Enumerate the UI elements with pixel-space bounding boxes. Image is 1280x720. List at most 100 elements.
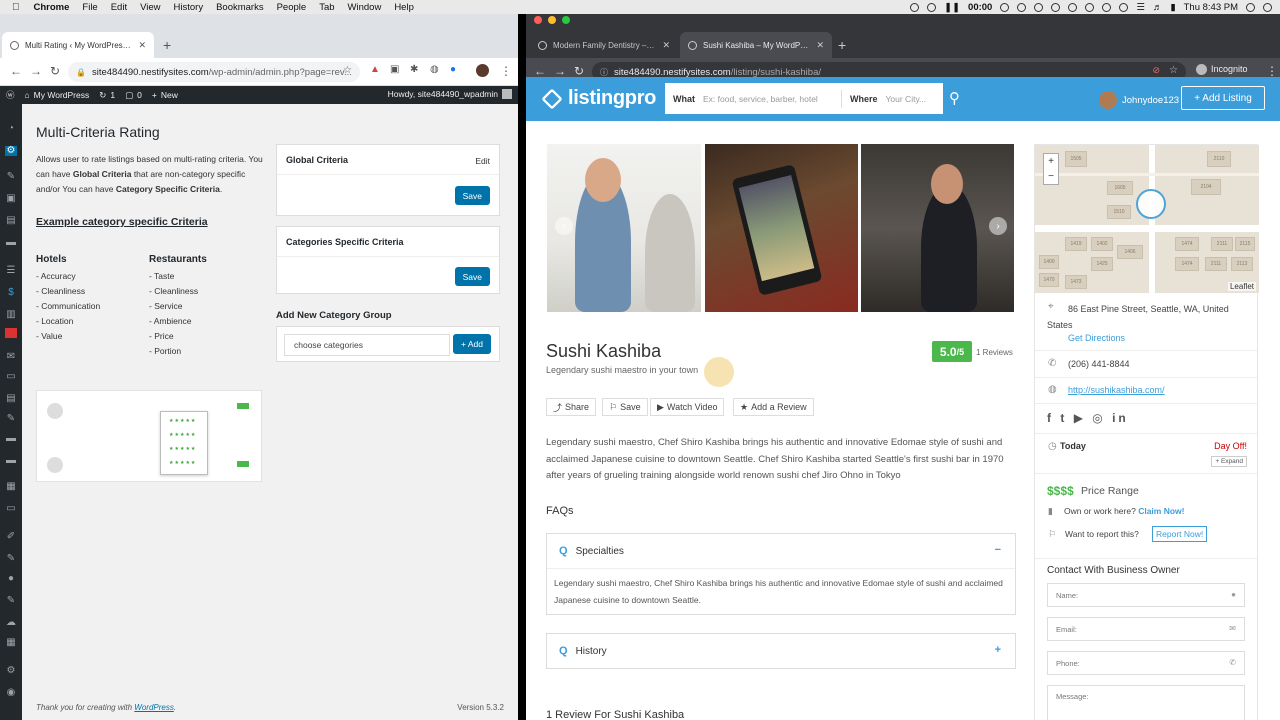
- cloud-icon[interactable]: ☁: [5, 618, 17, 628]
- menu-people[interactable]: People: [277, 2, 307, 13]
- battery-icon[interactable]: ▮: [1170, 2, 1175, 13]
- wordpress-link[interactable]: WordPress: [134, 703, 174, 712]
- email-field[interactable]: Email: ✉: [1047, 617, 1245, 641]
- youtube-icon[interactable]: ▶: [1074, 411, 1086, 425]
- menu-help[interactable]: Help: [394, 2, 414, 13]
- close-window-button[interactable]: [534, 16, 542, 24]
- pin-icon[interactable]: ✎: [5, 172, 17, 182]
- linkedin-icon[interactable]: in: [1112, 411, 1129, 425]
- clock[interactable]: Thu 8:43 PM: [1184, 2, 1238, 13]
- add-button[interactable]: + Add: [453, 334, 491, 354]
- add-listing-button[interactable]: + Add Listing: [1181, 86, 1265, 110]
- wp-site-link[interactable]: ⌂ My WordPress: [25, 90, 90, 100]
- users-icon[interactable]: ●: [5, 574, 17, 584]
- status-icon[interactable]: [1119, 2, 1129, 12]
- what-input[interactable]: Ex: food, service, barber, hotel: [703, 94, 833, 104]
- tab-sushi-kashiba[interactable]: Sushi Kashiba – My WordPress ✕: [680, 32, 832, 58]
- wp-new-link[interactable]: + New: [152, 90, 178, 100]
- menu-window[interactable]: Window: [348, 2, 382, 13]
- plugins-icon[interactable]: ✎: [5, 554, 17, 564]
- claim-now-link[interactable]: Claim Now!: [1138, 506, 1184, 516]
- url-field[interactable]: 🔒 site484490.nestifysites.com/wp-admin/a…: [68, 62, 360, 82]
- website-link[interactable]: http://sushikashiba.com/: [1068, 385, 1165, 395]
- expand-button[interactable]: + Expand: [1211, 456, 1247, 467]
- document-icon[interactable]: ▥: [5, 310, 17, 320]
- comment-icon[interactable]: ▬: [5, 456, 17, 466]
- plugin-icon[interactable]: [5, 328, 17, 338]
- get-directions-link[interactable]: Get Directions: [1068, 333, 1125, 343]
- facebook-icon[interactable]: f: [1047, 411, 1054, 425]
- reload-icon[interactable]: ↻: [50, 64, 60, 78]
- apple-menu-icon[interactable]: : [12, 2, 20, 13]
- incognito-label[interactable]: Incognito: [1196, 64, 1248, 76]
- new-tab-icon[interactable]: +: [838, 37, 846, 53]
- document-icon[interactable]: ▤: [5, 394, 17, 404]
- tools-icon[interactable]: ✎: [5, 596, 17, 606]
- status-icon[interactable]: [1085, 2, 1095, 12]
- close-icon[interactable]: ✕: [662, 40, 670, 51]
- user-menu[interactable]: Johnydoe123: [1099, 91, 1179, 109]
- share-button[interactable]: ⤴ Share: [546, 398, 597, 416]
- extension-icon[interactable]: ●: [450, 64, 456, 75]
- back-icon[interactable]: ←: [10, 64, 22, 78]
- message-field[interactable]: Message:: [1047, 685, 1245, 720]
- phone-field[interactable]: Phone: ✆: [1047, 651, 1245, 675]
- status-icon[interactable]: [1017, 2, 1027, 12]
- save-button[interactable]: Save: [454, 186, 490, 205]
- dashboard-icon[interactable]: ◔: [5, 124, 17, 134]
- appearance-icon[interactable]: ✐: [5, 532, 17, 542]
- tab-dentistry[interactable]: Modern Family Dentistry – Place ✕: [530, 32, 678, 58]
- report-now-button[interactable]: Report Now!: [1152, 526, 1208, 542]
- mail-icon[interactable]: ✉: [5, 352, 17, 362]
- menu-history[interactable]: History: [174, 2, 204, 13]
- menu-view[interactable]: View: [140, 2, 160, 13]
- page-icon[interactable]: ▤: [5, 216, 17, 226]
- wp-account-menu[interactable]: Howdy, site484490_wpadmin: [388, 89, 512, 99]
- menu-chrome[interactable]: Chrome: [34, 2, 70, 13]
- avatar[interactable]: [476, 64, 489, 77]
- settings-icon[interactable]: ⚙: [5, 146, 17, 156]
- menu-dots-icon[interactable]: ⋮: [1266, 64, 1278, 78]
- pause-icon[interactable]: ❚❚: [944, 2, 960, 13]
- watch-video-button[interactable]: ▶ Watch Video: [650, 398, 725, 416]
- map-attribution[interactable]: Leaflet: [1227, 282, 1256, 291]
- collapse-icon[interactable]: −: [995, 544, 1001, 556]
- twitter-icon[interactable]: t: [1060, 411, 1067, 425]
- comment-icon[interactable]: ▬: [5, 238, 17, 248]
- next-arrow-icon[interactable]: ›: [989, 217, 1007, 235]
- search-icon[interactable]: ⚲: [949, 89, 960, 107]
- menu-file[interactable]: File: [82, 2, 97, 13]
- grid-icon[interactable]: ▦: [5, 638, 17, 648]
- extension-icon[interactable]: ◍: [430, 64, 439, 75]
- status-icon[interactable]: [1051, 2, 1061, 12]
- phone-text[interactable]: (206) 441-8844: [1068, 359, 1130, 369]
- wifi-icon[interactable]: ☰: [1136, 2, 1145, 13]
- map[interactable]: 1505 1605 1510 2104 1474 1419 1402 1400 …: [1035, 145, 1259, 293]
- where-input[interactable]: Your City...: [886, 94, 927, 104]
- menu-edit[interactable]: Edit: [111, 2, 127, 13]
- folder-icon[interactable]: ▭: [5, 504, 17, 514]
- wp-updates-link[interactable]: ↻ 1: [99, 90, 115, 101]
- save-button[interactable]: Save: [454, 267, 490, 286]
- close-icon[interactable]: ✕: [816, 40, 824, 51]
- instagram-icon[interactable]: ◎: [1092, 411, 1105, 425]
- media-icon[interactable]: ▣: [5, 194, 17, 204]
- tab-multi-rating[interactable]: Multi Rating ‹ My WordPress — W ✕: [2, 32, 154, 58]
- prev-arrow-icon[interactable]: ‹: [555, 217, 573, 235]
- faq-question[interactable]: Q History: [547, 634, 1015, 668]
- volume-icon[interactable]: ♬: [1153, 2, 1163, 13]
- extension-icon[interactable]: ▣: [390, 64, 399, 75]
- collapse-icon[interactable]: ◉: [5, 688, 17, 698]
- category-select[interactable]: choose categories: [284, 334, 450, 356]
- status-icon[interactable]: [1034, 2, 1044, 12]
- forward-icon[interactable]: →: [554, 64, 566, 78]
- edit-link[interactable]: Edit: [475, 156, 490, 166]
- map-marker-icon[interactable]: [1136, 189, 1166, 219]
- reviews-count[interactable]: 1 Reviews: [976, 348, 1013, 357]
- dollar-icon[interactable]: $: [5, 288, 17, 298]
- settings-icon[interactable]: ⚙: [5, 666, 17, 676]
- name-field[interactable]: Name: ●: [1047, 583, 1245, 607]
- search-icon[interactable]: [1246, 2, 1255, 12]
- star-icon[interactable]: ☆: [343, 65, 352, 76]
- zoom-window-button[interactable]: [562, 16, 570, 24]
